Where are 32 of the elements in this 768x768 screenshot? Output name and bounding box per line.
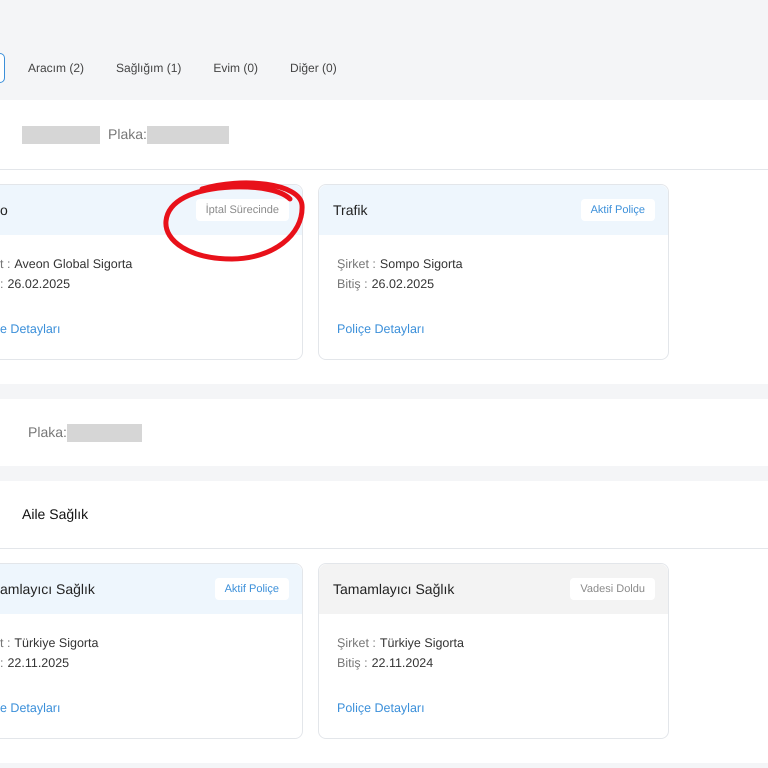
- field-label: Bitiş :: [337, 654, 368, 672]
- field-label: Bitiş :: [337, 276, 368, 293]
- field-value: Aveon Global Sigorta: [14, 256, 132, 273]
- field-label: Şirket :: [337, 634, 376, 652]
- status-badge: İptal Sürecinde: [196, 199, 289, 221]
- status-badge: Aktif Poliçe: [580, 199, 655, 221]
- field-label: t :: [0, 634, 10, 652]
- filter-tab[interactable]: Evim (0): [204, 53, 268, 83]
- field-label: :: [0, 654, 4, 672]
- filter-tab[interactable]: Aracım (2): [19, 53, 94, 83]
- policy-title: Tamamlayıcı Sağlık: [333, 580, 454, 599]
- field-value: Türkiye Sigorta: [380, 634, 464, 652]
- field-label: t :: [0, 256, 10, 273]
- filter-tab[interactable]: Diğer (0): [281, 53, 346, 83]
- status-badge: Aktif Poliçe: [214, 578, 289, 600]
- policy-title: Trafik: [333, 200, 368, 220]
- filter-tab[interactable]: Sağlığım (1): [107, 53, 190, 83]
- filter-tab[interactable]: [0, 53, 5, 83]
- plate-label: Plaka:: [28, 423, 67, 442]
- field-value: Türkiye Sigorta: [14, 634, 98, 652]
- policy-title: o: [0, 200, 8, 220]
- status-badge: Vadesi Doldu: [570, 578, 655, 600]
- field-value: 26.02.2025: [7, 276, 70, 293]
- field-value: 26.02.2025: [372, 276, 434, 293]
- field-label: Şirket :: [337, 256, 376, 273]
- group-title: Aile Sağlık: [22, 505, 88, 524]
- field-value: 22.11.2025: [7, 654, 70, 672]
- field-value: Sompo Sigorta: [380, 256, 463, 273]
- policy-title: amlayıcı Sağlık: [0, 580, 95, 599]
- field-label: :: [0, 276, 4, 293]
- field-value: 22.11.2024: [372, 654, 434, 672]
- plate-label: Plaka:: [108, 125, 147, 144]
